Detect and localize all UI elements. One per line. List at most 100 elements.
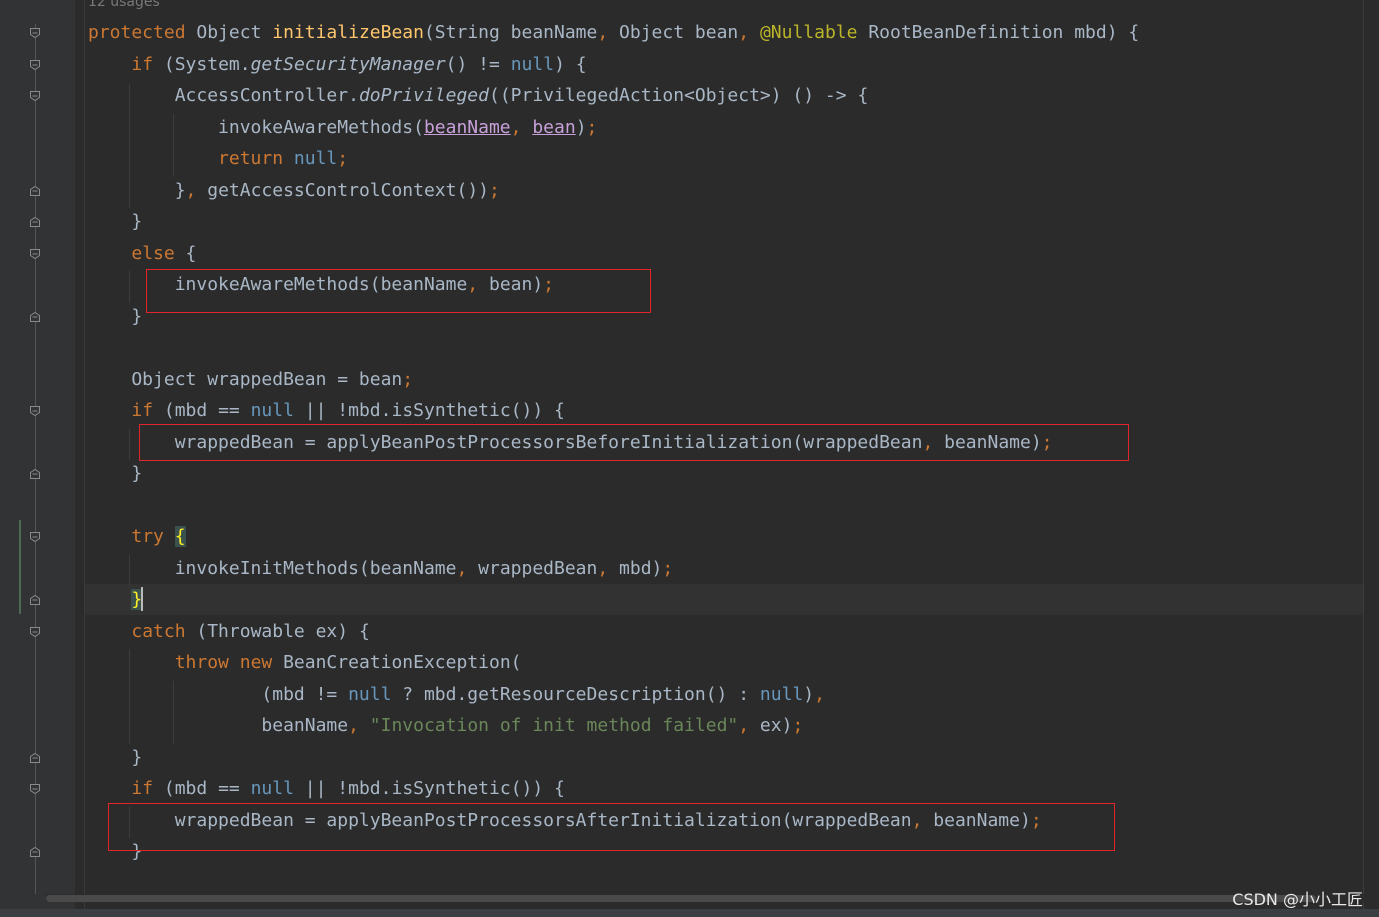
code-token: (mbd == [153, 778, 251, 799]
code-token: || !mbd.isSynthetic()) { [293, 400, 565, 421]
code-token: BeanCreationException( [272, 652, 522, 673]
fold-end-icon[interactable] [29, 216, 41, 228]
usages-hint[interactable]: 12 usages [88, 0, 160, 10]
code-line[interactable]: return null; [88, 145, 348, 173]
code-token: (mbd != [88, 684, 349, 705]
code-token: ((PrivilegedAction<Object>) () -> { [488, 85, 869, 106]
code-token: (mbd == [153, 400, 251, 421]
code-token: ) [575, 117, 587, 138]
fold-collapse-icon[interactable] [29, 90, 41, 102]
code-token: new [239, 652, 273, 673]
code-token: initializeBean [272, 22, 424, 43]
code-token: ; [792, 715, 804, 736]
code-line[interactable]: if (mbd == null || !mbd.isSynthetic()) { [88, 397, 565, 425]
code-line[interactable]: } [88, 744, 142, 772]
horizontal-scrollbar-thumb[interactable] [46, 895, 1316, 902]
code-token: null [510, 54, 555, 75]
fold-collapse-icon[interactable] [29, 531, 41, 543]
code-line[interactable]: } [88, 208, 142, 236]
code-line[interactable]: invokeInitMethods(beanName, wrappedBean,… [88, 555, 674, 583]
code-line[interactable]: try { [88, 523, 186, 551]
code-token: null [250, 400, 294, 421]
code-token: , [456, 558, 468, 579]
code-line[interactable]: AccessController.doPrivileged((Privilege… [88, 82, 869, 110]
fold-collapse-icon[interactable] [29, 626, 41, 638]
current-line-highlight [85, 584, 1364, 615]
code-token: } [88, 463, 143, 484]
code-token: () != [445, 54, 511, 75]
code-line[interactable]: if (mbd == null || !mbd.isSynthetic()) { [88, 775, 565, 803]
code-line[interactable]: if (System.getSecurityManager() != null)… [88, 51, 587, 79]
fold-collapse-icon[interactable] [29, 248, 41, 260]
code-editor[interactable]: 12 usages protected Object initializeBea… [0, 0, 1379, 917]
code-token: wrappedBean [467, 558, 598, 579]
code-line[interactable]: else { [88, 240, 196, 268]
code-token: ) { [554, 54, 587, 75]
code-token: if [131, 54, 154, 75]
fold-end-icon[interactable] [29, 846, 41, 858]
code-token: , [814, 684, 825, 705]
code-line[interactable]: throw new BeanCreationException( [88, 649, 522, 677]
code-line[interactable]: } [88, 303, 142, 331]
code-token: "Invocation of init method failed" [369, 715, 739, 736]
code-line[interactable]: }, getAccessControlContext()); [88, 177, 500, 205]
code-line[interactable]: beanName, "Invocation of init method fai… [88, 712, 803, 740]
fold-collapse-icon[interactable] [29, 27, 41, 39]
fold-end-icon[interactable] [29, 185, 41, 197]
fold-end-icon[interactable] [29, 311, 41, 323]
code-token: ? mbd.getResourceDescription() : [391, 684, 760, 705]
vcs-change-marker [19, 520, 21, 614]
code-line[interactable]: (mbd != null ? mbd.getResourceDescriptio… [88, 681, 825, 709]
code-token: null [293, 148, 338, 169]
fold-end-icon[interactable] [29, 752, 41, 764]
vertical-scrollbar[interactable] [1363, 0, 1364, 917]
code-token: return [218, 148, 284, 169]
code-token: , [510, 117, 522, 138]
code-token: ; [586, 117, 598, 138]
code-line[interactable]: catch (Throwable ex) { [88, 618, 369, 646]
code-token: , [597, 22, 609, 43]
code-token: @Nullable [759, 22, 858, 43]
code-token: ; [402, 369, 414, 390]
code-token: doPrivileged [358, 85, 489, 106]
code-line[interactable]: } [88, 460, 142, 488]
code-token: protected [88, 22, 186, 43]
highlight-box-before-initialization [139, 424, 1129, 461]
code-token: throw [174, 652, 229, 673]
code-token: } [88, 180, 186, 201]
code-line[interactable]: protected Object initializeBean(String b… [88, 19, 1139, 47]
fold-collapse-icon[interactable] [29, 783, 41, 795]
code-token: else [131, 243, 175, 264]
code-line[interactable]: } [88, 586, 143, 614]
code-token: , [738, 715, 750, 736]
code-token: } [88, 211, 143, 232]
code-line[interactable]: invokeAwareMethods(beanName, bean); [88, 114, 597, 142]
fold-end-icon[interactable] [29, 594, 41, 606]
code-line[interactable]: Object wrappedBean = bean; [88, 366, 413, 394]
fold-end-icon[interactable] [29, 468, 41, 480]
editor-gutter [0, 0, 75, 917]
code-token: , [738, 22, 750, 43]
fold-collapse-icon[interactable] [29, 405, 41, 417]
fold-collapse-icon[interactable] [29, 59, 41, 71]
code-token: { [174, 526, 186, 547]
code-token: if [131, 400, 154, 421]
code-token: { [174, 243, 197, 264]
code-token: invokeAwareMethods( [88, 117, 424, 138]
highlight-box-invoke-aware-methods [146, 269, 651, 313]
code-token: ; [662, 558, 674, 579]
code-token: Object bean [608, 22, 739, 43]
code-token: bean [532, 117, 576, 138]
code-token: Object wrappedBean = bean [88, 369, 403, 390]
